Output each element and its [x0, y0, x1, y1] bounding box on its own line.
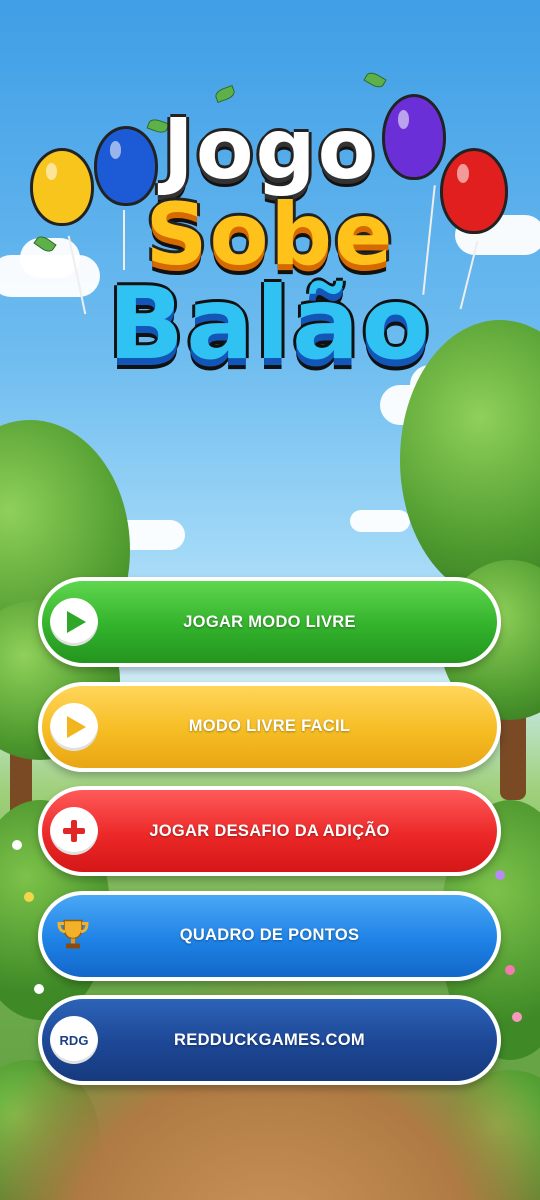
addition-challenge-button[interactable]: JOGAR DESAFIO DA ADIÇÃO [38, 786, 501, 876]
easy-free-mode-label: MODO LIVRE FACIL [188, 717, 351, 735]
game-logo: Jogo Sobe Balão [20, 60, 520, 390]
easy-free-mode-button[interactable]: MODO LIVRE FACIL [38, 681, 501, 772]
addition-challenge-label: JOGAR DESAFIO DA ADIÇÃO [149, 821, 390, 840]
flower [24, 892, 34, 902]
logo-title-line-1: Jogo [162, 100, 378, 198]
leaf-icon [363, 69, 387, 91]
website-button[interactable]: RDG REDDUCKGAMES.COM [38, 995, 501, 1085]
free-mode-label: JOGAR MODO LIVRE [183, 612, 356, 631]
scoreboard-label: QUADRO DE PONTOS [179, 926, 360, 944]
flower [505, 965, 515, 975]
scoreboard-button[interactable]: QUADRO DE PONTOS [38, 890, 501, 981]
flower [512, 1012, 522, 1022]
main-menu: JOGAR MODO LIVRE MODO LIVRE FACIL JOGAR … [38, 577, 501, 1100]
logo-title-line-3: Balão [107, 265, 433, 382]
cloud [350, 510, 410, 532]
flower [12, 840, 22, 850]
website-label: REDDUCKGAMES.COM [174, 1030, 365, 1049]
free-mode-button[interactable]: JOGAR MODO LIVRE [38, 577, 501, 667]
